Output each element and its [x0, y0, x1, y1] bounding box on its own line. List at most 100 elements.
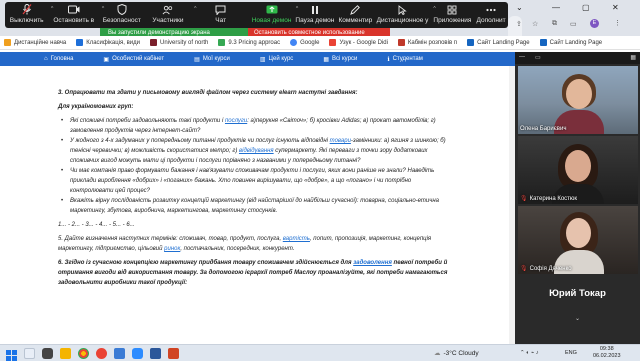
- windows-start-icon[interactable]: [6, 348, 17, 361]
- speaker-view-icon[interactable]: ▭: [535, 54, 541, 61]
- list-item: Чи має компанія право формувати бажання …: [58, 166, 450, 196]
- bookmarks-bar: Дистанційне навча Класифікація, види Uni…: [0, 36, 640, 50]
- task-view-icon[interactable]: [42, 348, 53, 359]
- layout-grid-icon[interactable]: ▦: [630, 54, 636, 61]
- annotate-label: Комментир: [338, 17, 373, 24]
- app-icon[interactable]: [114, 348, 125, 359]
- nav-my-courses[interactable]: ▤ Мої курси: [194, 56, 230, 63]
- link-text[interactable]: задоволення: [353, 260, 392, 266]
- windows-taskbar: ☁ -3°C Cloudy ⌃ ◐ ⌁ ♪ ENG 09:38 06.02.20…: [0, 344, 640, 361]
- remote-control-button[interactable]: Дистанционное у ^: [374, 4, 436, 28]
- courses-icon: ▤: [194, 56, 200, 63]
- pause-share-button[interactable]: Пауза демон: [293, 4, 336, 28]
- file-explorer-icon[interactable]: [60, 348, 71, 359]
- word-icon[interactable]: [150, 348, 161, 359]
- browser-menu-icon[interactable]: ⋮: [614, 19, 621, 27]
- annotate-button[interactable]: Комментир: [337, 4, 375, 28]
- document-area: 3. Опрацювати та здати у письмовому вигл…: [0, 66, 515, 344]
- bookmark-item[interactable]: Google: [290, 39, 319, 46]
- language-indicator[interactable]: ENG: [565, 350, 577, 356]
- mic-muted-icon: 🎙: [520, 266, 528, 272]
- maximize-button[interactable]: ▢: [582, 3, 590, 12]
- video-panel: — ▭ ▦ Олена Бариєвич 🎙 Катерина Костюк 🎙 С…: [515, 52, 640, 344]
- mute-button[interactable]: Выключить ^: [5, 4, 53, 28]
- apps-icon: [446, 4, 458, 15]
- video-tile[interactable]: 🎙 Софія Дяченко: [518, 206, 638, 274]
- nav-this-course[interactable]: ▥ Цей курс: [260, 56, 293, 63]
- pause-icon: [309, 4, 321, 15]
- participant-face: [566, 218, 591, 248]
- chat-button[interactable]: Чат: [192, 4, 250, 28]
- minimize-button[interactable]: —: [552, 3, 560, 12]
- mic-muted-icon: 🎙: [520, 196, 528, 202]
- bookmark-item[interactable]: Кабмін розповів п: [397, 39, 457, 46]
- system-tray[interactable]: ⌃ ◐ ⌁ ♪: [520, 350, 539, 356]
- cloud-icon: ☁: [434, 350, 441, 357]
- bookmark-favicon-icon: [467, 39, 475, 46]
- more-icon: [485, 4, 497, 15]
- profile-avatar[interactable]: E: [590, 19, 599, 28]
- bookmark-item[interactable]: University of north: [150, 39, 208, 46]
- all-courses-icon: ▦: [323, 56, 329, 63]
- tab-search-icon[interactable]: ⌄: [516, 3, 523, 12]
- link-text[interactable]: вартість: [283, 236, 310, 242]
- search-icon[interactable]: [24, 348, 35, 359]
- zoom-icon[interactable]: [132, 348, 143, 359]
- bookmark-item[interactable]: Сайт Landing Page: [539, 39, 602, 46]
- video-tile[interactable]: 🎙 Катерина Костюк: [518, 136, 638, 204]
- participants-button[interactable]: Участники ^: [144, 4, 197, 28]
- bookmark-favicon-icon: [539, 39, 547, 46]
- chat-label: Чат: [215, 17, 227, 24]
- weather-widget[interactable]: ☁ -3°C Cloudy: [434, 349, 479, 358]
- chat-icon: [215, 4, 227, 15]
- bookmark-item[interactable]: 9.3 Pricing approac: [218, 39, 280, 46]
- remote-control-label: Дистанционное у: [376, 17, 429, 24]
- nav-dashboard[interactable]: ▣ Особистий кабінет: [103, 56, 164, 63]
- annotate-icon: [349, 4, 361, 15]
- new-share-button[interactable]: Новая демон ^: [250, 4, 298, 28]
- link-text[interactable]: ринок: [164, 246, 180, 252]
- participant-name-tag: 🎙 Софія Дяченко: [520, 265, 572, 273]
- participant-face: [566, 79, 592, 109]
- bookmark-item[interactable]: Узук - Google Didi: [329, 39, 388, 46]
- link-text[interactable]: послуги: [225, 118, 247, 124]
- bookmark-favicon-icon: [76, 39, 84, 46]
- bookmark-item[interactable]: Сайт Landing Page: [467, 39, 530, 46]
- close-window-button[interactable]: ✕: [612, 3, 619, 12]
- link-text[interactable]: товари: [330, 138, 351, 144]
- participant-face: [565, 150, 591, 182]
- more-button[interactable]: Дополнит: [474, 4, 508, 28]
- clock[interactable]: 09:38 06.02.2023: [593, 346, 621, 360]
- moodle-navbar: ⌂ Головна ▣ Особистий кабінет ▤ Мої курси ▥…: [0, 52, 515, 66]
- list-item: Вкажіть вірну послідовність розвитку кон…: [58, 196, 450, 216]
- screen: Выключить ^ Остановить в ^ Безопасност У…: [0, 0, 640, 361]
- video-tile[interactable]: Олена Бариєвич: [518, 66, 638, 134]
- nav-all-courses[interactable]: ▦ Всі курси: [323, 56, 357, 63]
- powerpoint-icon[interactable]: [168, 348, 179, 359]
- chrome-icon[interactable]: [78, 348, 89, 359]
- bookmark-favicon-icon: [397, 39, 405, 46]
- nav-home[interactable]: ⌂ Головна: [44, 56, 73, 62]
- bookmark-item[interactable]: Дистанційне навча: [4, 39, 66, 46]
- bookmark-favicon-icon: [4, 39, 11, 46]
- extensions-icon[interactable]: ⧉: [552, 20, 557, 28]
- bookmark-favicon-icon: [150, 39, 158, 46]
- stop-video-button[interactable]: Остановить в ^: [48, 4, 104, 28]
- sidebar-icon[interactable]: ▭: [570, 20, 577, 28]
- link-text[interactable]: відвідування: [239, 148, 274, 154]
- list-item: Які споживчі потреби задовольняють такі …: [58, 116, 450, 136]
- course-icon: ▥: [259, 56, 266, 63]
- nav-students[interactable]: ℹ Студентам: [387, 56, 423, 63]
- security-button[interactable]: Безопасност: [99, 4, 144, 28]
- mute-label: Выключить: [9, 17, 44, 24]
- mic-off-icon: [21, 4, 33, 15]
- collapse-panel-icon[interactable]: ⌄: [515, 315, 640, 322]
- app-icon[interactable]: [96, 348, 107, 359]
- clock-date: 06.02.2023: [593, 353, 621, 359]
- share-page-icon[interactable]: ⇪: [516, 20, 522, 28]
- participants-icon: [162, 4, 174, 15]
- bookmark-star-icon[interactable]: ☆: [532, 20, 538, 28]
- minimize-panel-icon[interactable]: —: [519, 54, 525, 60]
- apps-button[interactable]: Приложения: [431, 4, 474, 28]
- bookmark-item[interactable]: Класифікація, види: [76, 39, 140, 46]
